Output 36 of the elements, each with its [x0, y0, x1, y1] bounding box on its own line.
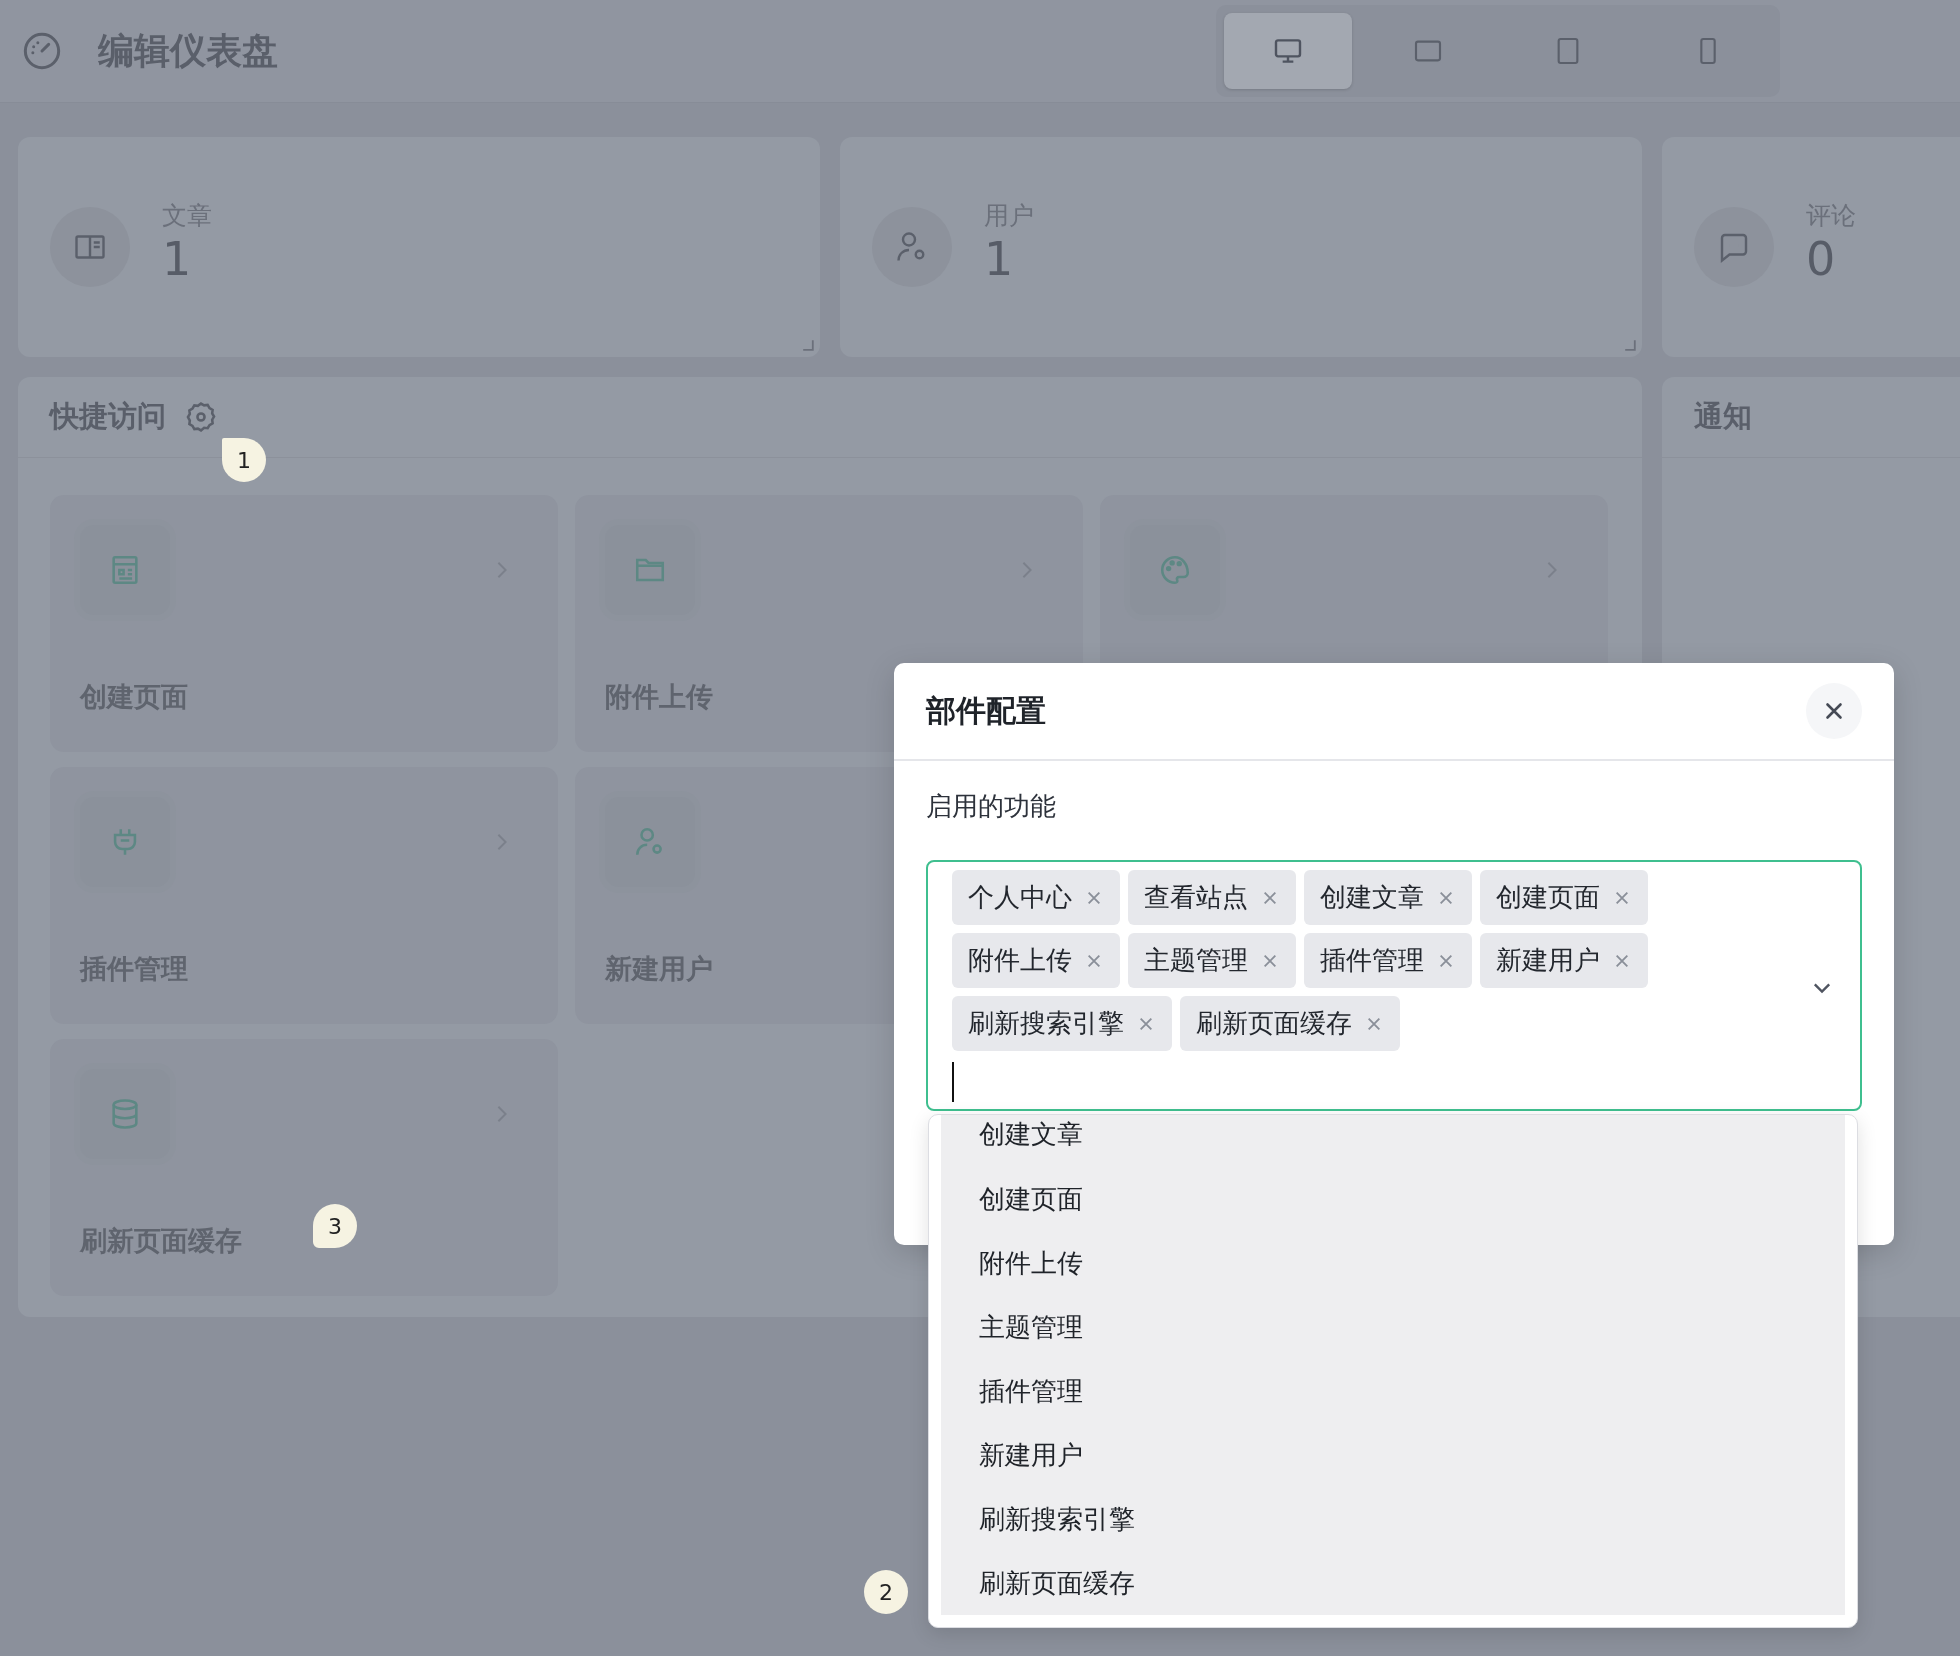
close-icon[interactable] [1614, 889, 1630, 906]
resize-handle-icon[interactable] [1624, 339, 1636, 351]
tag-label: 创建文章 [1320, 881, 1424, 914]
close-icon[interactable] [1438, 952, 1454, 969]
tag-label: 创建页面 [1496, 881, 1600, 914]
close-icon[interactable] [1086, 952, 1102, 969]
tag-label: 查看站点 [1144, 881, 1248, 914]
tag-label: 新建用户 [1496, 944, 1600, 977]
close-icon[interactable] [1262, 889, 1278, 906]
close-icon[interactable] [1366, 1015, 1382, 1032]
tag-label: 主题管理 [1144, 944, 1248, 977]
close-icon[interactable] [1138, 1015, 1154, 1032]
panel-title: 通知 [1694, 398, 1752, 435]
close-icon[interactable] [1262, 952, 1278, 969]
palette-icon [1158, 553, 1192, 587]
close-icon[interactable] [1438, 889, 1454, 906]
settings-icon[interactable] [184, 400, 218, 434]
stat-value: 1 [162, 234, 193, 285]
close-icon[interactable] [1086, 889, 1102, 906]
panel-title: 快捷访问 [50, 398, 166, 435]
tag-label: 个人中心 [968, 881, 1072, 914]
annotation-marker: 2 [864, 1570, 908, 1614]
dashboard-gauge-icon [22, 31, 62, 71]
tag-label: 刷新页面缓存 [1196, 1007, 1352, 1040]
device-preview-button[interactable] [1224, 13, 1352, 89]
resize-handle-icon[interactable] [802, 339, 814, 351]
stat-value: 0 [1806, 234, 1837, 285]
multi-select-field[interactable]: 个人中心 查看站点 创建文章 创建页面 附件上传 主题管理 插件管理 新建用户 刷新搜索引擎 刷新页面缓存 [926, 860, 1862, 1111]
close-icon[interactable] [1614, 952, 1630, 969]
tag-label: 插件管理 [1320, 944, 1424, 977]
text-cursor [952, 1062, 954, 1102]
tag-label: 附件上传 [968, 944, 1072, 977]
dialog-title: 部件配置 [926, 691, 1046, 730]
chevron-down-icon[interactable] [1812, 981, 1832, 994]
field-label: 启用的功能 [926, 790, 1057, 823]
stat-value: 1 [984, 234, 1015, 285]
